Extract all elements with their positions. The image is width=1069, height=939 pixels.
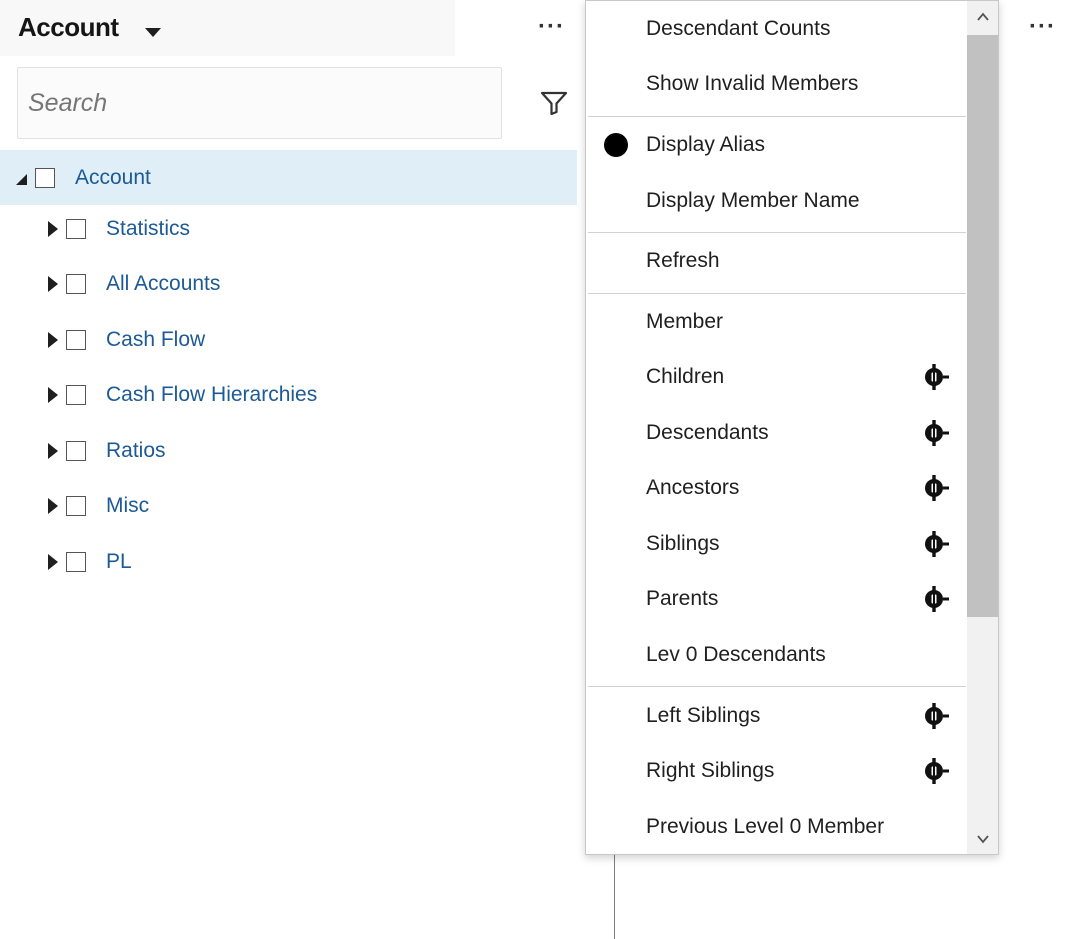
dimension-title: Account (18, 12, 119, 42)
menu-separator (588, 232, 966, 233)
tree-checkbox[interactable] (66, 384, 86, 405)
menu-separator (588, 686, 966, 687)
scroll-thumb[interactable] (967, 35, 998, 617)
search-box (17, 67, 502, 139)
pin-selector-icon[interactable] (921, 701, 951, 731)
menu-item-label: Parents (646, 587, 719, 610)
tree-item-label[interactable]: Cash Flow Hierarchies (106, 383, 317, 407)
menu-item-display-member-name[interactable]: Display Member Name (586, 174, 966, 228)
tree-row[interactable]: Misc (48, 478, 149, 533)
tree-item-label[interactable]: Ratios (106, 439, 166, 463)
tree-row[interactable]: Cash Flow (48, 312, 205, 367)
menu-item-parents[interactable]: Parents (586, 572, 966, 626)
menu-item-ancestors[interactable]: Ancestors (586, 461, 966, 515)
expand-icon[interactable] (48, 553, 58, 570)
expand-icon[interactable] (48, 220, 58, 237)
tree-row[interactable]: Statistics (48, 201, 190, 256)
menu-item-siblings[interactable]: Siblings (586, 517, 966, 571)
menu-item-descendant-counts[interactable]: Descendant Counts (586, 2, 966, 56)
menu-item-member[interactable]: Member (586, 295, 966, 349)
menu-item-label: Member (646, 310, 724, 333)
scroll-down-icon[interactable] (975, 831, 991, 847)
expand-icon[interactable] (48, 275, 58, 292)
menu-item-right-siblings[interactable]: Right Siblings (586, 744, 966, 798)
menu-item-lev0-descendants[interactable]: Lev 0 Descendants (586, 628, 966, 682)
tree-checkbox[interactable] (66, 440, 86, 461)
selected-radio-icon (604, 133, 628, 157)
menu-item-label: Children (646, 365, 725, 388)
tree-item-label[interactable]: Misc (106, 494, 149, 518)
menu-item-left-siblings[interactable]: Left Siblings (586, 689, 966, 743)
tree-checkbox[interactable] (66, 273, 86, 294)
member-selector: Account ··· ··· Account Statistics All A… (0, 0, 1069, 939)
more-actions-button[interactable]: ··· (538, 15, 565, 39)
menu-item-previous-level0-member[interactable]: Previous Level 0 Member (586, 800, 966, 854)
menu-separator (588, 116, 966, 117)
menu-item-label: Lev 0 Descendants (646, 643, 826, 666)
expand-icon[interactable] (48, 331, 58, 348)
tree-item-label[interactable]: All Accounts (106, 272, 220, 296)
tree-checkbox[interactable] (35, 167, 55, 188)
menu-item-label: Ancestors (646, 476, 740, 499)
menu-item-label: Siblings (646, 532, 720, 555)
tree-row[interactable]: PL (48, 534, 132, 589)
expand-icon[interactable] (48, 497, 58, 514)
tree-item-label[interactable]: Cash Flow (106, 328, 205, 352)
more-actions-button-secondary[interactable]: ··· (1029, 15, 1056, 39)
menu-item-label: Descendant Counts (646, 17, 831, 40)
pin-selector-icon[interactable] (921, 584, 951, 614)
expand-icon[interactable] (48, 442, 58, 459)
panel-divider (614, 852, 615, 939)
menu-item-label: Right Siblings (646, 759, 775, 782)
context-menu: Descendant Counts Show Invalid Members D… (585, 0, 999, 855)
pin-selector-icon[interactable] (921, 418, 951, 448)
pin-selector-icon[interactable] (921, 362, 951, 392)
menu-item-label: Previous Level 0 Member (646, 815, 885, 838)
tree-row-root[interactable]: Account (0, 150, 577, 205)
menu-item-label: Left Siblings (646, 704, 761, 727)
pin-selector-icon[interactable] (921, 756, 951, 786)
expand-icon[interactable] (48, 386, 58, 403)
tree-item-label[interactable]: Statistics (106, 217, 190, 241)
menu-item-children[interactable]: Children (586, 350, 966, 404)
tree-row[interactable]: All Accounts (48, 256, 220, 311)
menu-item-label: Display Alias (646, 133, 766, 156)
tree-row[interactable]: Cash Flow Hierarchies (48, 367, 317, 422)
menu-item-display-alias[interactable]: Display Alias (586, 118, 966, 172)
collapse-icon[interactable] (16, 174, 27, 185)
menu-item-label: Descendants (646, 421, 769, 444)
tree-row[interactable]: Ratios (48, 423, 166, 478)
pin-selector-icon[interactable] (921, 529, 951, 559)
filter-icon[interactable] (540, 90, 568, 116)
menu-item-descendants[interactable]: Descendants (586, 406, 966, 460)
tree-item-label[interactable]: Account (75, 166, 151, 190)
tree-checkbox[interactable] (66, 329, 86, 350)
menu-item-show-invalid-members[interactable]: Show Invalid Members (586, 57, 966, 111)
menu-item-label: Display Member Name (646, 189, 860, 212)
tree-checkbox[interactable] (66, 495, 86, 516)
tree-checkbox[interactable] (66, 218, 86, 239)
menu-item-label: Refresh (646, 249, 720, 272)
menu-item-label: Show Invalid Members (646, 72, 859, 95)
menu-separator (588, 293, 966, 294)
pin-selector-icon[interactable] (921, 473, 951, 503)
menu-item-refresh[interactable]: Refresh (586, 234, 966, 288)
tree-item-label[interactable]: PL (106, 550, 132, 574)
dimension-dropdown-icon[interactable] (145, 28, 161, 37)
menu-scrollbar[interactable] (967, 1, 998, 854)
tree-checkbox[interactable] (66, 551, 86, 572)
search-input[interactable] (18, 68, 501, 138)
scroll-up-icon[interactable] (975, 9, 991, 25)
